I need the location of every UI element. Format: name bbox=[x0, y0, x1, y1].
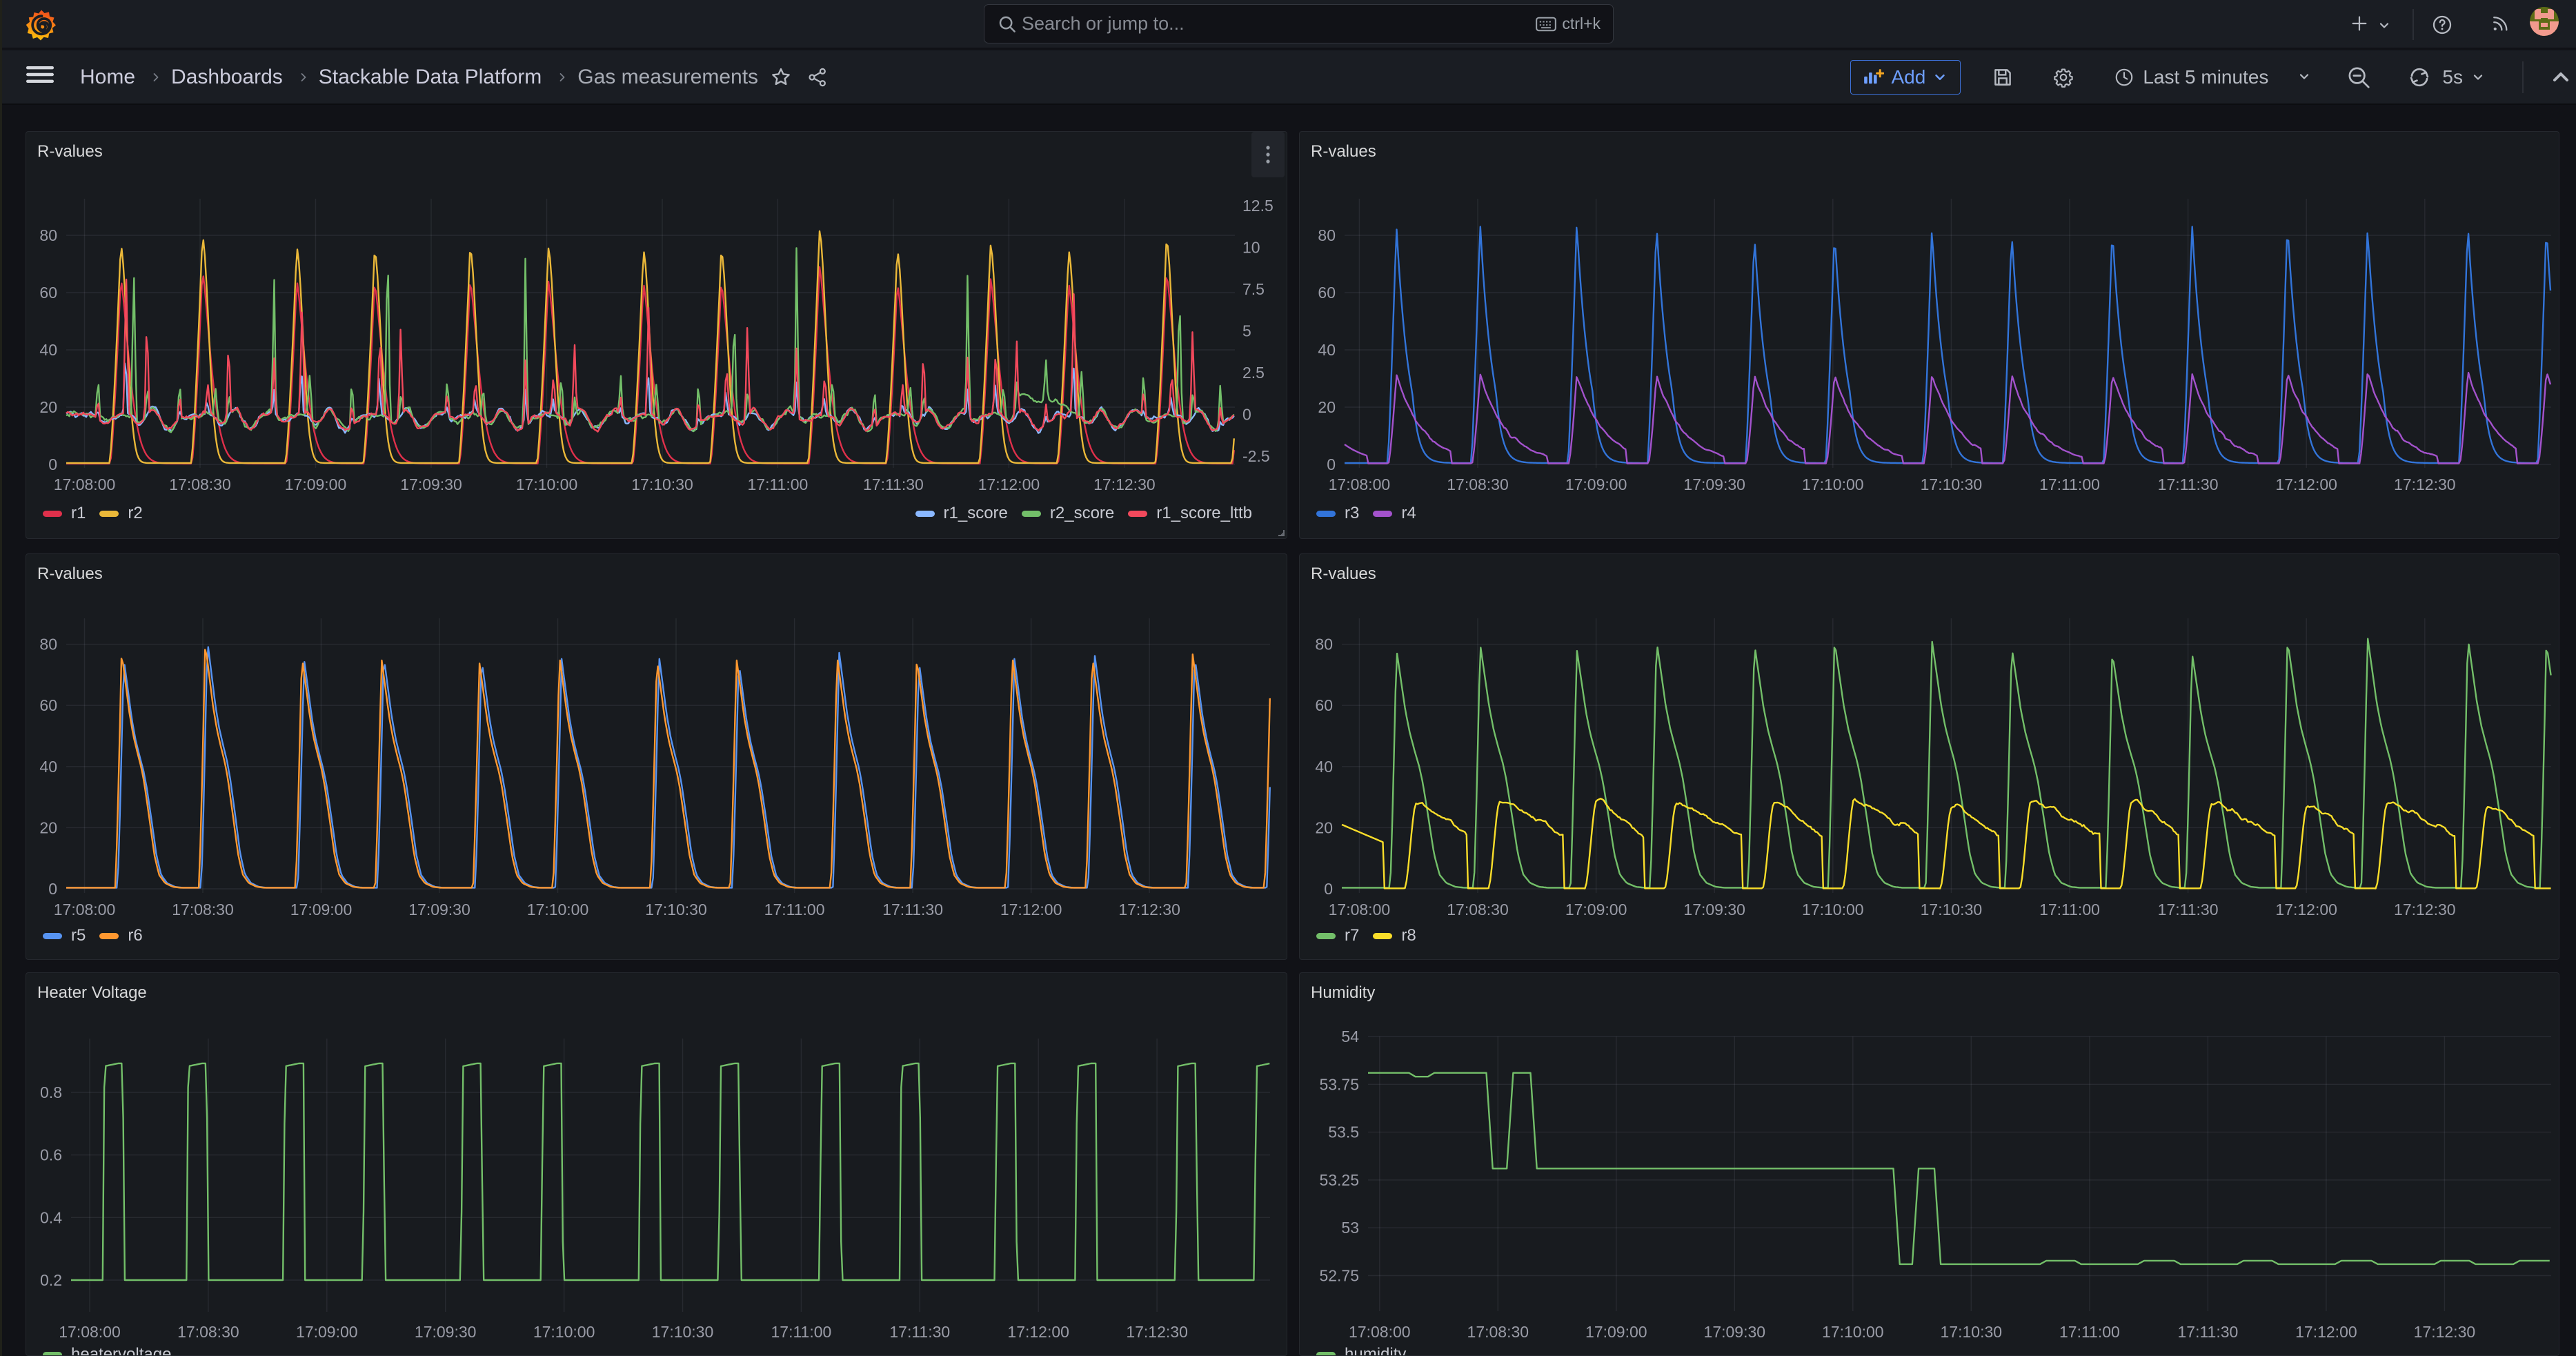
svg-text:0: 0 bbox=[48, 880, 57, 898]
svg-text:17:10:30: 17:10:30 bbox=[645, 901, 707, 918]
svg-text:17:12:30: 17:12:30 bbox=[1126, 1323, 1188, 1341]
svg-text:60: 60 bbox=[1318, 284, 1336, 302]
svg-text:7.5: 7.5 bbox=[1242, 280, 1265, 298]
svg-text:0.4: 0.4 bbox=[40, 1208, 62, 1226]
svg-text:17:11:00: 17:11:00 bbox=[771, 1323, 831, 1341]
svg-text:17:08:00: 17:08:00 bbox=[1349, 1323, 1411, 1341]
svg-text:53.25: 53.25 bbox=[1319, 1171, 1359, 1189]
svg-text:12.5: 12.5 bbox=[1242, 197, 1274, 215]
svg-text:80: 80 bbox=[1315, 636, 1333, 654]
svg-text:17:10:30: 17:10:30 bbox=[1921, 475, 1983, 493]
svg-text:17:12:30: 17:12:30 bbox=[1093, 475, 1156, 493]
svg-text:40: 40 bbox=[39, 758, 57, 776]
svg-text:17:09:30: 17:09:30 bbox=[1683, 475, 1745, 493]
svg-text:0: 0 bbox=[1324, 880, 1333, 898]
svg-text:17:08:00: 17:08:00 bbox=[1329, 475, 1391, 493]
svg-text:17:10:00: 17:10:00 bbox=[527, 901, 589, 918]
svg-text:17:11:30: 17:11:30 bbox=[2158, 901, 2219, 918]
svg-text:17:09:00: 17:09:00 bbox=[1585, 1323, 1647, 1341]
svg-text:17:10:00: 17:10:00 bbox=[1802, 475, 1864, 493]
svg-text:17:11:00: 17:11:00 bbox=[2039, 475, 2100, 493]
svg-text:17:11:00: 17:11:00 bbox=[764, 901, 825, 918]
svg-text:17:10:00: 17:10:00 bbox=[533, 1323, 595, 1341]
svg-text:17:08:00: 17:08:00 bbox=[1329, 901, 1391, 918]
svg-text:17:11:30: 17:11:30 bbox=[863, 475, 924, 493]
svg-text:17:08:30: 17:08:30 bbox=[169, 475, 231, 493]
svg-text:17:09:30: 17:09:30 bbox=[415, 1323, 477, 1341]
svg-text:17:10:00: 17:10:00 bbox=[1802, 901, 1864, 918]
svg-text:10: 10 bbox=[1242, 239, 1260, 257]
svg-text:17:09:30: 17:09:30 bbox=[408, 901, 470, 918]
svg-text:53.5: 53.5 bbox=[1328, 1123, 1359, 1141]
svg-text:17:09:30: 17:09:30 bbox=[1683, 901, 1745, 918]
svg-text:17:08:30: 17:08:30 bbox=[1447, 475, 1509, 493]
svg-text:17:09:30: 17:09:30 bbox=[1704, 1323, 1766, 1341]
svg-text:0: 0 bbox=[1242, 406, 1251, 424]
svg-text:17:08:30: 17:08:30 bbox=[1447, 901, 1509, 918]
svg-text:80: 80 bbox=[39, 636, 57, 654]
svg-text:0.8: 0.8 bbox=[40, 1083, 62, 1101]
svg-text:17:11:30: 17:11:30 bbox=[882, 901, 943, 918]
svg-text:0: 0 bbox=[1327, 455, 1336, 473]
svg-text:17:12:00: 17:12:00 bbox=[978, 475, 1040, 493]
svg-text:53: 53 bbox=[1341, 1219, 1359, 1237]
svg-text:52.75: 52.75 bbox=[1319, 1267, 1359, 1285]
svg-text:17:10:00: 17:10:00 bbox=[1822, 1323, 1884, 1341]
svg-text:60: 60 bbox=[39, 696, 57, 714]
svg-text:17:08:30: 17:08:30 bbox=[1467, 1323, 1529, 1341]
svg-text:17:12:30: 17:12:30 bbox=[2394, 901, 2456, 918]
svg-text:0: 0 bbox=[48, 455, 57, 473]
svg-text:17:12:30: 17:12:30 bbox=[2414, 1323, 2476, 1341]
svg-text:20: 20 bbox=[1318, 398, 1336, 416]
svg-text:60: 60 bbox=[1315, 696, 1333, 714]
svg-text:60: 60 bbox=[39, 284, 57, 302]
svg-text:17:10:30: 17:10:30 bbox=[652, 1323, 714, 1341]
svg-text:-2.5: -2.5 bbox=[1242, 447, 1270, 465]
svg-text:17:11:30: 17:11:30 bbox=[2177, 1323, 2238, 1341]
svg-text:2.5: 2.5 bbox=[1242, 364, 1265, 382]
svg-text:80: 80 bbox=[39, 226, 57, 244]
svg-text:54: 54 bbox=[1341, 1028, 1359, 1045]
svg-text:17:09:00: 17:09:00 bbox=[1565, 475, 1627, 493]
svg-text:17:12:00: 17:12:00 bbox=[2275, 475, 2337, 493]
svg-text:17:10:30: 17:10:30 bbox=[631, 475, 693, 493]
svg-text:17:11:00: 17:11:00 bbox=[2059, 1323, 2120, 1341]
svg-text:80: 80 bbox=[1318, 226, 1336, 244]
svg-text:17:09:00: 17:09:00 bbox=[285, 475, 347, 493]
svg-text:53.75: 53.75 bbox=[1319, 1075, 1359, 1093]
svg-text:17:12:30: 17:12:30 bbox=[2394, 475, 2456, 493]
svg-text:17:11:00: 17:11:00 bbox=[747, 475, 808, 493]
svg-text:17:08:00: 17:08:00 bbox=[54, 475, 116, 493]
svg-text:17:09:30: 17:09:30 bbox=[400, 475, 462, 493]
svg-text:17:12:00: 17:12:00 bbox=[1000, 901, 1062, 918]
svg-text:17:10:30: 17:10:30 bbox=[1941, 1323, 2003, 1341]
svg-text:20: 20 bbox=[1315, 818, 1333, 836]
svg-text:0.6: 0.6 bbox=[40, 1146, 62, 1164]
svg-text:17:10:00: 17:10:00 bbox=[516, 475, 578, 493]
svg-text:17:09:00: 17:09:00 bbox=[1565, 901, 1627, 918]
svg-text:17:12:00: 17:12:00 bbox=[2295, 1323, 2357, 1341]
svg-text:17:08:00: 17:08:00 bbox=[54, 901, 116, 918]
svg-text:17:09:00: 17:09:00 bbox=[290, 901, 353, 918]
svg-text:17:10:30: 17:10:30 bbox=[1921, 901, 1983, 918]
svg-text:20: 20 bbox=[39, 398, 57, 416]
svg-text:17:12:00: 17:12:00 bbox=[1007, 1323, 1069, 1341]
svg-text:0.2: 0.2 bbox=[40, 1271, 62, 1289]
svg-text:40: 40 bbox=[1318, 341, 1336, 359]
svg-text:17:11:30: 17:11:30 bbox=[889, 1323, 950, 1341]
svg-text:17:12:30: 17:12:30 bbox=[1118, 901, 1180, 918]
svg-text:20: 20 bbox=[39, 818, 57, 836]
svg-text:17:08:00: 17:08:00 bbox=[59, 1323, 121, 1341]
svg-text:17:08:30: 17:08:30 bbox=[177, 1323, 239, 1341]
svg-text:17:12:00: 17:12:00 bbox=[2275, 901, 2337, 918]
svg-text:17:11:30: 17:11:30 bbox=[2158, 475, 2219, 493]
svg-text:17:09:00: 17:09:00 bbox=[296, 1323, 358, 1341]
svg-text:17:11:00: 17:11:00 bbox=[2039, 901, 2100, 918]
svg-text:40: 40 bbox=[1315, 758, 1333, 776]
svg-text:17:08:30: 17:08:30 bbox=[172, 901, 234, 918]
svg-text:5: 5 bbox=[1242, 322, 1251, 340]
svg-text:40: 40 bbox=[39, 341, 57, 359]
